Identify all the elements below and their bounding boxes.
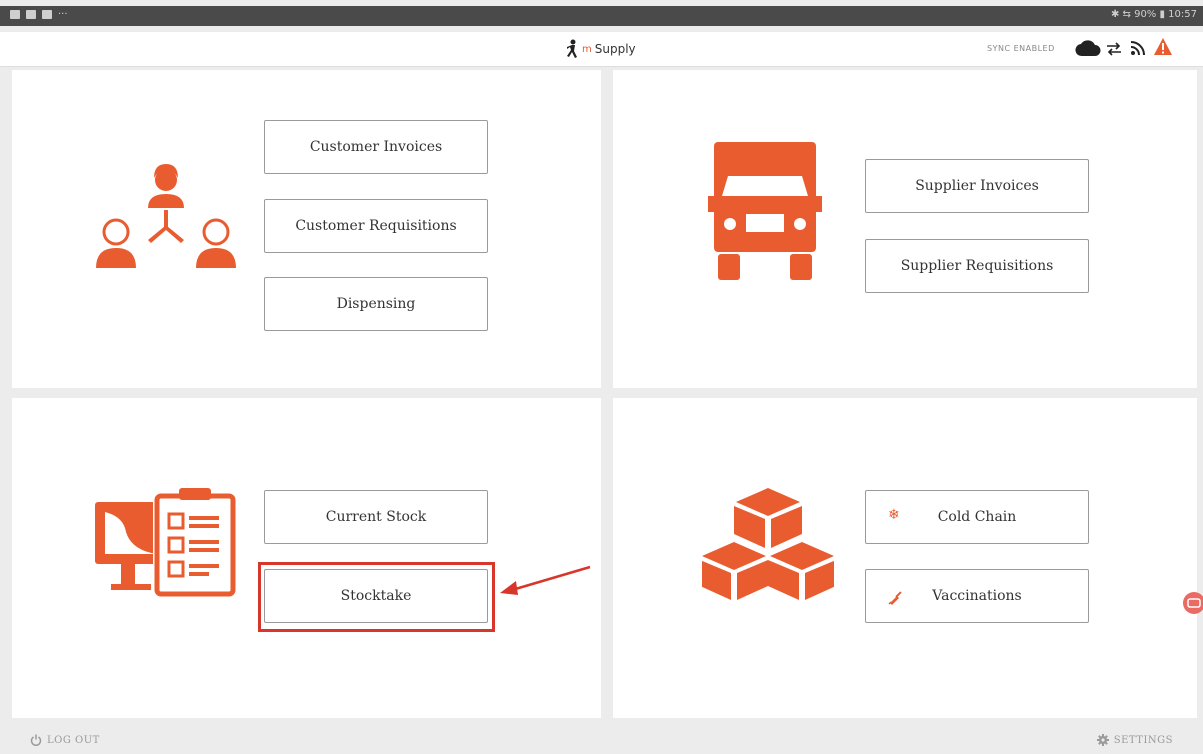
runner-logo-icon (567, 39, 577, 58)
dispensing-button[interactable]: Dispensing (264, 277, 488, 331)
snowflake-icon: ❄ (888, 507, 900, 523)
android-notification-icon (42, 10, 52, 19)
modules-panel: ❄ Cold Chain Vaccinations (613, 398, 1197, 718)
app-logo: m Supply (567, 39, 636, 59)
logout-button[interactable]: LOG OUT (30, 734, 100, 746)
customer-invoices-button[interactable]: Customer Invoices (264, 120, 488, 174)
syringe-icon (888, 591, 902, 605)
people-icon (96, 164, 236, 268)
customer-requisitions-button[interactable]: Customer Requisitions (264, 199, 488, 253)
arrow-annotation-icon (500, 565, 591, 595)
cold-chain-label: Cold Chain (937, 509, 1017, 525)
check-notification-icon (26, 10, 36, 19)
vaccinations-label: Vaccinations (932, 588, 1022, 604)
stocktake-highlight-box (258, 562, 495, 632)
settings-button[interactable]: SETTINGS (1096, 734, 1173, 746)
status-bar-system: ✱ ⇆ 90% ▮ 10:57 (1110, 9, 1197, 20)
sync-status-label: SYNC ENABLED (987, 44, 1055, 53)
truck-icon (708, 142, 822, 280)
more-notifications-icon: ··· (58, 9, 68, 20)
stock-panel: Current Stock Stocktake (12, 398, 601, 718)
gallery-notification-icon (10, 10, 20, 19)
stock-icon (95, 488, 236, 597)
supplier-invoices-button[interactable]: Supplier Invoices (865, 159, 1089, 213)
cloud-icon[interactable] (1075, 39, 1101, 57)
app-header: m Supply SYNC ENABLED (0, 32, 1203, 67)
app-name: Supply (594, 42, 636, 56)
logout-label: LOG OUT (47, 734, 100, 746)
floating-assist-button[interactable] (1183, 592, 1203, 614)
boxes-icon (702, 488, 834, 600)
chat-icon (1187, 598, 1201, 608)
rss-icon[interactable] (1130, 40, 1146, 56)
app-name-prefix: m (582, 43, 592, 55)
power-icon (30, 734, 42, 746)
sync-icon[interactable] (1106, 42, 1122, 56)
customer-panel: Customer Invoices Customer Requisitions … (12, 70, 601, 388)
cold-chain-button[interactable]: ❄ Cold Chain (865, 490, 1089, 544)
status-bar: ··· ✱ ⇆ 90% ▮ 10:57 (0, 0, 1203, 32)
supplier-requisitions-button[interactable]: Supplier Requisitions (865, 239, 1089, 293)
settings-label: SETTINGS (1113, 734, 1173, 746)
current-stock-button[interactable]: Current Stock (264, 490, 488, 544)
status-bar-strip: ··· ✱ ⇆ 90% ▮ 10:57 (0, 6, 1203, 26)
warning-icon[interactable] (1153, 37, 1173, 57)
supplier-panel: Supplier Invoices Supplier Requisitions (613, 70, 1197, 388)
gear-icon (1096, 734, 1109, 746)
status-bar-notifications: ··· (10, 9, 68, 20)
vaccinations-button[interactable]: Vaccinations (865, 569, 1089, 623)
